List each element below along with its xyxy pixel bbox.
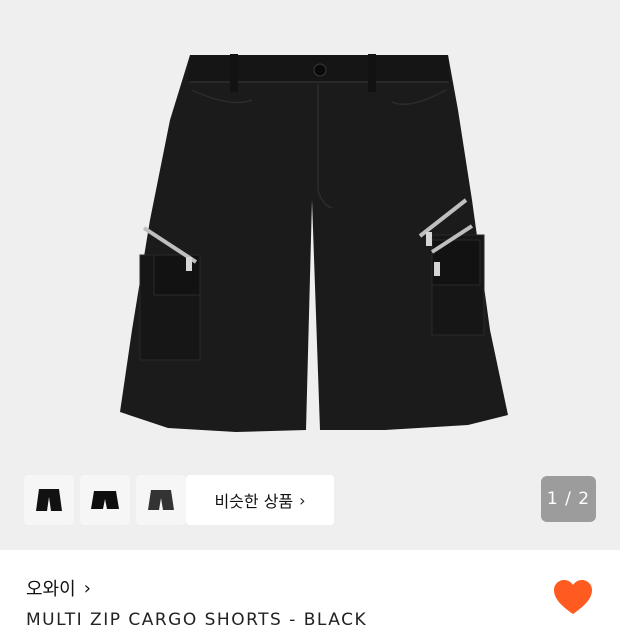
product-image [120,54,508,432]
chevron-right-icon: › [299,490,306,510]
thumbnail-shorts-icon [91,491,119,509]
brand-link[interactable]: 오와이 › [26,575,91,601]
similar-products-button[interactable]: 비슷한 상품 › [186,475,334,525]
thumbnail-3[interactable] [136,475,186,525]
product-gallery[interactable]: 비슷한 상품 › 1 / 2 [0,0,620,550]
product-title: MULTI ZIP CARGO SHORTS - BLACK [26,610,368,630]
thumbnail-1[interactable] [24,475,74,525]
thumbnail-strip [24,475,186,525]
chevron-right-icon: › [83,577,91,599]
thumbnail-2[interactable] [80,475,130,525]
heart-icon[interactable] [553,579,593,617]
thumbnail-shorts-icon [148,490,174,510]
brand-name: 오와이 [26,579,76,600]
thumbnail-shorts-icon [36,489,62,511]
similar-products-label: 비슷한 상품 [214,492,294,511]
image-counter: 1 / 2 [541,476,596,522]
